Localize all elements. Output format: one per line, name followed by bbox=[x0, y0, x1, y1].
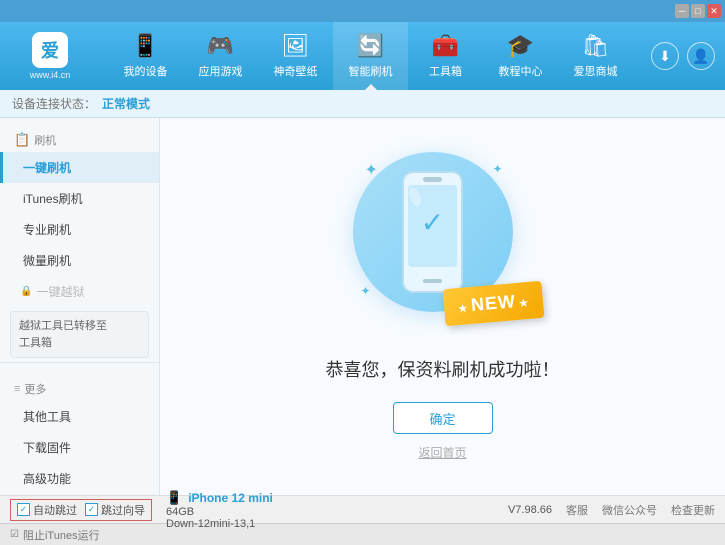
my-device-icon: 📱 bbox=[132, 33, 159, 59]
nav-label-smart-flash: 智能刷机 bbox=[349, 63, 393, 79]
sidebar-item-download-fw[interactable]: 下载固件 bbox=[0, 432, 159, 463]
device-name: iPhone 12 mini bbox=[188, 491, 273, 505]
titlebar: ─ □ ✕ bbox=[0, 0, 725, 22]
new-badge: NEW bbox=[442, 281, 544, 326]
wallpaper-icon: 🖼 bbox=[282, 33, 310, 59]
sidebar-item-itunes-flash[interactable]: iTunes刷机 bbox=[0, 183, 159, 214]
device-phone-icon: 📱 bbox=[166, 490, 182, 506]
logo-url: www.i4.cn bbox=[30, 70, 71, 80]
version-label: V7.98.66 bbox=[508, 504, 552, 516]
auto-skip-label: 自动跳过 bbox=[33, 502, 77, 518]
device-model: Down-12mini-13,1 bbox=[166, 518, 273, 530]
logo-icon: 爱 bbox=[32, 32, 68, 68]
tools-icon: 🧰 bbox=[432, 33, 459, 59]
check-update-link[interactable]: 检查更新 bbox=[671, 502, 715, 518]
skip-wizard-checkbox-box[interactable]: ✓ bbox=[85, 503, 98, 516]
wechat-link[interactable]: 微信公众号 bbox=[602, 502, 657, 518]
user-button[interactable]: 👤 bbox=[687, 42, 715, 70]
jailbreak-notice: 越狱工具已转移至 工具箱 bbox=[10, 311, 149, 358]
sparkle-top-right: ✦ bbox=[492, 162, 502, 176]
nav-item-my-device[interactable]: 📱 我的设备 bbox=[108, 22, 183, 90]
more-section-title: ≡ 更多 bbox=[0, 375, 159, 401]
service-link[interactable]: 客服 bbox=[566, 502, 588, 518]
header: 爱 www.i4.cn 📱 我的设备 🎮 应用游戏 🖼 神奇壁纸 🔄 智能刷机 … bbox=[0, 22, 725, 90]
nav-label-wallpaper: 神奇壁纸 bbox=[274, 63, 318, 79]
sidebar-item-micro-flash[interactable]: 微量刷机 bbox=[0, 245, 159, 276]
sidebar-item-pro-flash[interactable]: 专业刷机 bbox=[0, 214, 159, 245]
apps-icon: 🎮 bbox=[207, 33, 234, 59]
close-button[interactable]: ✕ bbox=[707, 4, 721, 18]
nav-label-my-device: 我的设备 bbox=[124, 63, 168, 79]
bottom-bar: ✓ 自动跳过 ✓ 跳过向导 📱 iPhone 12 mini 64GB Down… bbox=[0, 495, 725, 523]
success-message: 恭喜您，保资料刷机成功啦！ bbox=[326, 356, 560, 382]
maximize-button[interactable]: □ bbox=[691, 4, 705, 18]
tutorial-icon: 🎓 bbox=[507, 33, 534, 59]
status-label: 设备连接状态： bbox=[12, 95, 96, 112]
nav-item-apps[interactable]: 🎮 应用游戏 bbox=[183, 22, 258, 90]
itunes-checkbox[interactable]: ☑ bbox=[10, 529, 19, 540]
confirm-button[interactable]: 确定 bbox=[393, 402, 493, 434]
minimize-button[interactable]: ─ bbox=[675, 4, 689, 18]
status-value: 正常模式 bbox=[102, 95, 150, 112]
device-storage: 64GB bbox=[166, 506, 273, 518]
auto-skip-checkbox-box[interactable]: ✓ bbox=[17, 503, 30, 516]
nav-item-tools[interactable]: 🧰 工具箱 bbox=[408, 22, 483, 90]
lock-icon: 🔒 bbox=[20, 286, 32, 297]
device-info-group: 📱 iPhone 12 mini 64GB Down-12mini-13,1 bbox=[166, 490, 273, 530]
nav-right-actions: ⬇ 👤 bbox=[651, 42, 715, 70]
sparkle-top-left: ✦ bbox=[365, 160, 378, 180]
nav-item-smart-flash[interactable]: 🔄 智能刷机 bbox=[333, 22, 408, 90]
nav-bar: 📱 我的设备 🎮 应用游戏 🖼 神奇壁纸 🔄 智能刷机 🧰 工具箱 🎓 教程中心… bbox=[100, 22, 641, 90]
itunes-label: 阻止iTunes运行 bbox=[23, 527, 100, 543]
more-section: ≡ 更多 其他工具 下载固件 高级功能 bbox=[0, 362, 159, 495]
sparkle-bottom-left: ✦ bbox=[361, 284, 371, 298]
nav-item-wallpaper[interactable]: 🖼 神奇壁纸 bbox=[258, 22, 333, 90]
skip-wizard-checkbox[interactable]: ✓ 跳过向导 bbox=[85, 502, 145, 518]
sidebar: 📋 刷机 一键刷机 iTunes刷机 专业刷机 微量刷机 🔒 一键越狱 越狱工具… bbox=[0, 118, 160, 495]
svg-text:✓: ✓ bbox=[421, 207, 444, 238]
logo[interactable]: 爱 www.i4.cn bbox=[10, 32, 90, 80]
nav-label-apps: 应用游戏 bbox=[199, 63, 243, 79]
sidebar-item-one-click-flash[interactable]: 一键刷机 bbox=[0, 152, 159, 183]
sidebar-item-other-tools[interactable]: 其他工具 bbox=[0, 401, 159, 432]
nav-item-store[interactable]: 🛍 爱思商城 bbox=[558, 22, 633, 90]
smart-flash-icon: 🔄 bbox=[357, 33, 384, 59]
checkbox-group: ✓ 自动跳过 ✓ 跳过向导 bbox=[10, 499, 152, 521]
main-content: ✦ ✦ ✦ ✓ bbox=[160, 118, 725, 495]
skip-wizard-label: 跳过向导 bbox=[101, 502, 145, 518]
status-bar: 设备连接状态： 正常模式 bbox=[0, 90, 725, 118]
nav-label-store: 爱思商城 bbox=[574, 63, 618, 79]
phone-illustration: ✓ bbox=[395, 167, 470, 297]
auto-skip-checkbox[interactable]: ✓ 自动跳过 bbox=[17, 502, 77, 518]
store-icon: 🛍 bbox=[582, 33, 610, 59]
flash-section-title: 📋 刷机 bbox=[0, 126, 159, 152]
main-area: 📋 刷机 一键刷机 iTunes刷机 专业刷机 微量刷机 🔒 一键越狱 越狱工具… bbox=[0, 118, 725, 495]
illustration: ✦ ✦ ✦ ✓ bbox=[353, 152, 533, 332]
bottom-left: ✓ 自动跳过 ✓ 跳过向导 📱 iPhone 12 mini 64GB Down… bbox=[10, 490, 273, 530]
nav-label-tutorial: 教程中心 bbox=[499, 63, 543, 79]
bottom-right: V7.98.66 客服 微信公众号 检查更新 bbox=[508, 502, 715, 518]
nav-item-tutorial[interactable]: 🎓 教程中心 bbox=[483, 22, 558, 90]
download-button[interactable]: ⬇ bbox=[651, 42, 679, 70]
nav-label-tools: 工具箱 bbox=[429, 63, 462, 79]
jailbreak-section-title: 🔒 一键越狱 bbox=[0, 276, 159, 307]
return-home-link[interactable]: 返回首页 bbox=[418, 444, 466, 461]
